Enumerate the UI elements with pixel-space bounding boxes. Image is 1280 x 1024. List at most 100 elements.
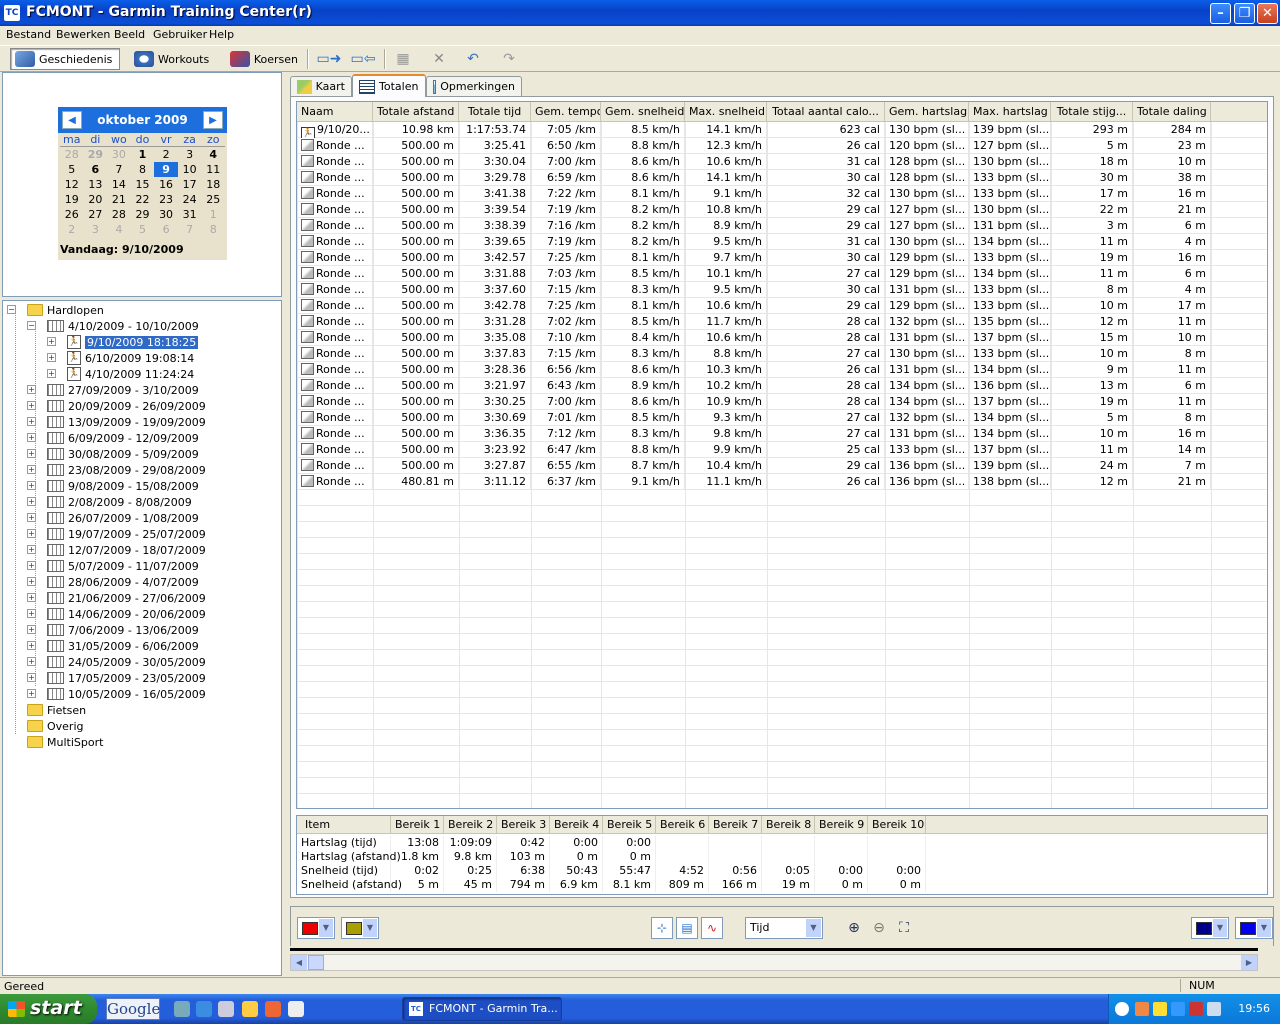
tree-week[interactable]: 24/05/2009 - 30/05/2009 [47,654,206,670]
calendar-day[interactable]: 16 [154,177,178,192]
calendar-day[interactable]: 12 [60,177,84,192]
menu-bewerken[interactable]: Bewerken [56,28,110,41]
expander-icon[interactable]: − [27,321,36,330]
browser-icon[interactable] [265,1001,281,1017]
security-icon[interactable] [1153,1002,1167,1016]
graph-scrollbar[interactable]: ◀ ▶ [290,954,1258,971]
column-header[interactable]: Gem. hartslag [885,102,969,122]
media-icon[interactable] [288,1001,304,1017]
zone-column-header[interactable]: Bereik 3 [497,816,550,834]
internet-explorer-icon[interactable] [196,1001,212,1017]
column-header[interactable]: Totale stijg... [1051,102,1133,122]
calendar-day[interactable]: 4 [201,147,225,162]
calendar-day[interactable]: 18 [201,177,225,192]
calendar-day[interactable]: 1 [131,147,155,162]
alert-icon[interactable] [1189,1002,1203,1016]
tree-week[interactable]: 27/09/2009 - 3/10/2009 [47,382,199,398]
tree-week[interactable]: 26/07/2009 - 1/08/2009 [47,510,199,526]
menu-beeld[interactable]: Beeld [114,28,145,41]
series1-color-picker[interactable]: ▼ [297,917,335,939]
tray-expand-icon[interactable] [1115,1002,1129,1016]
zone-column-header[interactable]: Bereik 9 [815,816,868,834]
calendar-day[interactable]: 7 [107,162,131,177]
lap-row[interactable]: Ronde ... 500.00 m 3:36.35 7:12 /km 8.3 km/h… [297,426,1267,442]
tree-week[interactable]: 2/08/2009 - 8/08/2009 [47,494,192,510]
quicklaunch-icon[interactable] [174,1001,190,1017]
calendar-day[interactable]: 14 [107,177,131,192]
calendar-day[interactable]: 2 [60,222,84,237]
zoom-in-icon[interactable]: ⊕ [844,918,864,938]
zone-column-header[interactable]: Bereik 5 [603,816,656,834]
expander-icon[interactable]: + [27,689,36,698]
calendar-day[interactable]: 21 [107,192,131,207]
tab-kaart[interactable]: Kaart [290,76,352,96]
lap-row[interactable]: Ronde ... 500.00 m 3:35.08 7:10 /km 8.4 km/h… [297,330,1267,346]
tree-week[interactable]: 21/06/2009 - 27/06/2009 [47,590,206,606]
lap-row[interactable]: Ronde ... 500.00 m 3:38.39 7:16 /km 8.2 km/h… [297,218,1267,234]
lap-row[interactable]: Ronde ... 500.00 m 3:42.57 7:25 /km 8.1 km/h… [297,250,1267,266]
menu-help[interactable]: Help [209,28,234,41]
calendar-day[interactable]: 3 [178,147,202,162]
calendar-day[interactable]: 28 [60,147,84,162]
lap-row[interactable]: Ronde ... 500.00 m 3:29.78 6:59 /km 8.6 km/h… [297,170,1267,186]
calendar-day[interactable]: 13 [84,177,108,192]
column-header[interactable]: Totale daling [1133,102,1211,122]
start-button[interactable]: start [0,994,97,1024]
receive-from-device-icon[interactable]: ▭⇦ [348,50,378,68]
crosshair-icon[interactable]: ⊹ [651,917,673,939]
undo-icon[interactable]: ↶ [462,50,484,68]
lap-row[interactable]: Ronde ... 500.00 m 3:37.60 7:15 /km 8.3 km/h… [297,282,1267,298]
courses-button[interactable]: Koersen [226,48,302,70]
lap-row[interactable]: Ronde ... 500.00 m 3:31.28 7:02 /km 8.5 km/h… [297,314,1267,330]
tree-activity[interactable]: 🏃 6/10/2009 19:08:14 [67,350,194,366]
calendar-day[interactable]: 19 [60,192,84,207]
calendar-day[interactable]: 29 [84,147,108,162]
calendar-day[interactable]: 17 [178,177,202,192]
line-chart-icon[interactable]: ∿ [701,917,723,939]
menu-bestand[interactable]: Bestand [6,28,51,41]
lap-row[interactable]: Ronde ... 500.00 m 3:39.54 7:19 /km 8.2 km/h… [297,202,1267,218]
calendar-day[interactable]: 5 [60,162,84,177]
column-header[interactable]: Max. snelheid [685,102,767,122]
calendar-day[interactable]: 7 [178,222,202,237]
tree-week[interactable]: 19/07/2009 - 25/07/2009 [47,526,206,542]
tree-folder-hardlopen[interactable]: Hardlopen [27,302,104,318]
zone-column-header[interactable]: Bereik 10 [868,816,926,834]
maximize-button[interactable]: ❐ [1234,3,1255,24]
x-axis-select[interactable]: Tijd ▼ [745,917,823,939]
calendar-day[interactable]: 3 [84,222,108,237]
zone-column-header[interactable]: Bereik 4 [550,816,603,834]
lap-row[interactable]: Ronde ... 500.00 m 3:37.83 7:15 /km 8.3 km/h… [297,346,1267,362]
lap-row[interactable]: Ronde ... 500.00 m 3:28.36 6:56 /km 8.6 km/h… [297,362,1267,378]
redo-icon[interactable]: ↷ [498,50,520,68]
calendar-day[interactable]: 31 [178,207,202,222]
lap-row[interactable]: Ronde ... 500.00 m 3:27.87 6:55 /km 8.7 km/h… [297,458,1267,474]
tree-week[interactable]: 14/06/2009 - 20/06/2009 [47,606,206,622]
calendar-day[interactable]: 1 [201,207,225,222]
calendar-day[interactable]: 11 [201,162,225,177]
scroll-thumb[interactable] [308,955,324,970]
zone-column-header[interactable]: Bereik 8 [762,816,815,834]
calendar-day[interactable]: 30 [107,147,131,162]
outlook-icon[interactable] [218,1001,234,1017]
network-icon[interactable] [1171,1002,1185,1016]
column-header[interactable]: Gem. tempo [531,102,601,122]
cancel-icon[interactable]: ✕ [428,50,450,68]
zone-column-header[interactable]: Bereik 1 [391,816,444,834]
zoom-out-icon[interactable]: ⊖ [869,918,889,938]
lap-row[interactable]: Ronde ... 500.00 m 3:31.88 7:03 /km 8.5 km/h… [297,266,1267,282]
lap-row[interactable]: Ronde ... 500.00 m 3:41.38 7:22 /km 8.1 km/h… [297,186,1267,202]
series4-color-picker[interactable]: ▼ [1235,917,1273,939]
tree-week[interactable]: 9/08/2009 - 15/08/2009 [47,478,199,494]
tree-folder[interactable]: MultiSport [27,734,103,750]
column-header[interactable]: Max. hartslag [969,102,1051,122]
close-button[interactable]: ✕ [1257,3,1278,24]
expander-icon[interactable]: + [47,369,56,378]
calendar-day[interactable]: 26 [60,207,84,222]
zoom-fit-icon[interactable]: ⛶ [894,918,914,938]
tab-opmerkingen[interactable]: Opmerkingen [426,76,522,96]
lap-row[interactable]: Ronde ... 500.00 m 3:23.92 6:47 /km 8.8 km/h… [297,442,1267,458]
calendar-day[interactable]: 6 [84,162,108,177]
tree-week[interactable]: 13/09/2009 - 19/09/2009 [47,414,206,430]
tree-week[interactable]: 31/05/2009 - 6/06/2009 [47,638,199,654]
